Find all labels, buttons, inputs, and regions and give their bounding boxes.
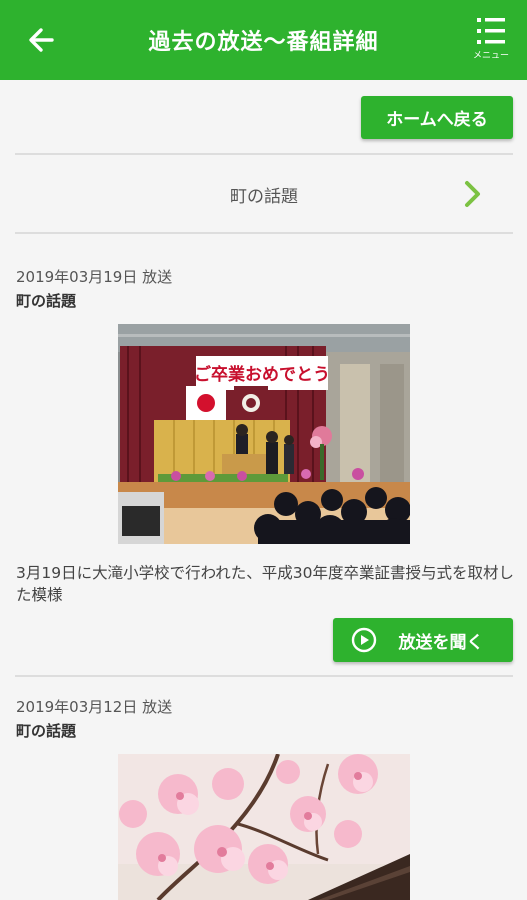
- list-menu-icon: [477, 18, 505, 44]
- header-bar: 過去の放送〜番組詳細 メニュー: [0, 0, 527, 80]
- arrow-left-icon: [29, 28, 54, 52]
- divider: [15, 153, 513, 155]
- program-name: 町の話題: [16, 292, 77, 310]
- menu-label: メニュー: [472, 51, 509, 61]
- listen-button[interactable]: 放送を聞く: [333, 618, 513, 662]
- category-label: 町の話題: [230, 186, 298, 207]
- divider: [15, 232, 513, 234]
- cherry-blossom-photo: [118, 754, 410, 900]
- page-title: 過去の放送〜番組詳細: [148, 30, 379, 55]
- home-button-row: ホームへ戻る: [0, 96, 527, 140]
- app-screen: 過去の放送〜番組詳細 メニュー ホームへ戻る 町の話題 2019年03月19日 …: [0, 0, 527, 900]
- graduation-photo: ご卒業おめでとう: [118, 324, 410, 544]
- menu-button[interactable]: メニュー: [471, 16, 511, 62]
- broadcast-description: 3月19日に大滝小学校で行われた、平成30年度卒業証書授与式を取材した模様: [16, 564, 515, 604]
- banner-text: ご卒業おめでとう: [194, 364, 330, 385]
- home-button[interactable]: ホームへ戻る: [361, 96, 513, 139]
- program-name: 町の話題: [16, 722, 77, 740]
- divider: [15, 675, 513, 677]
- listen-button-label: 放送を聞く: [398, 632, 484, 653]
- back-button[interactable]: [22, 22, 60, 58]
- chevron-right-icon: [465, 181, 480, 207]
- broadcast-date: 2019年03月12日 放送: [16, 698, 173, 716]
- play-circle-icon: [351, 627, 377, 653]
- broadcast-date: 2019年03月19日 放送: [16, 268, 173, 286]
- category-link[interactable]: 町の話題: [15, 156, 513, 232]
